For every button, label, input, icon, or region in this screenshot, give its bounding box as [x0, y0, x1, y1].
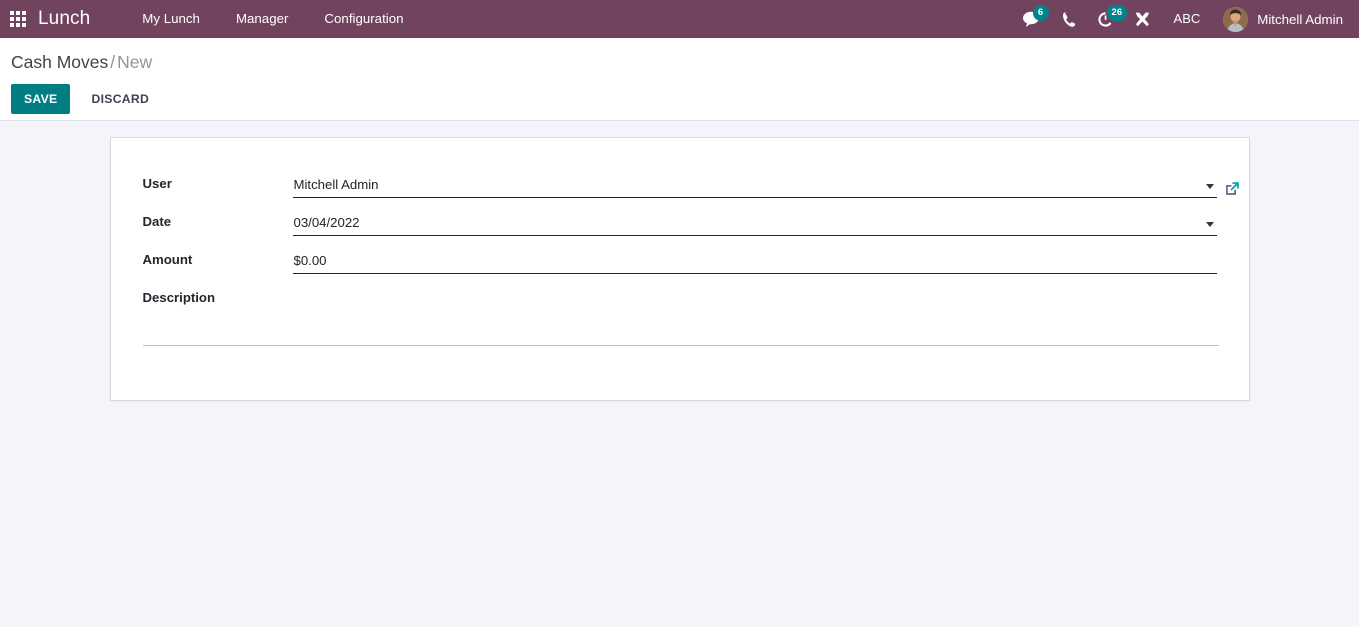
discard-button[interactable]: DISCARD — [78, 84, 162, 114]
breadcrumb-separator: / — [110, 52, 116, 72]
field-control-amount[interactable]: $0.00 — [292, 250, 1217, 275]
menu-item-manager[interactable]: Manager — [218, 0, 306, 38]
external-link-icon — [1226, 182, 1239, 196]
menu-item-configuration[interactable]: Configuration — [306, 0, 421, 38]
field-input-description[interactable] — [142, 332, 1219, 347]
external-link-button[interactable] — [1219, 181, 1247, 196]
save-button[interactable]: SAVE — [11, 84, 71, 115]
apps-menu-button[interactable] — [0, 0, 36, 38]
app-brand-lunch[interactable]: Lunch — [36, 0, 96, 38]
phone-button[interactable] — [1052, 0, 1087, 38]
top-navbar: Lunch My Lunch Manager Configuration 6 2… — [0, 0, 1359, 38]
avatar-image — [1223, 6, 1249, 32]
activities-button[interactable]: 26 — [1087, 0, 1128, 38]
navbar-right-zone: 6 26 ABC Mitchell Admin — [1013, 0, 1349, 38]
breadcrumb-item-new: New — [117, 52, 153, 72]
field-control-date[interactable]: 03/04/2022 — [292, 212, 1217, 237]
menu-item-my-lunch[interactable]: My Lunch — [124, 0, 218, 38]
field-value-date[interactable]: 03/04/2022 — [293, 213, 1202, 233]
description-filler — [143, 346, 1217, 374]
field-label-date: Date — [142, 214, 172, 230]
form-sheet: User Mitchell Admin Date 03/04/2022 Amou… — [109, 137, 1250, 402]
record-action-buttons: SAVE DISCARD — [0, 76, 1359, 115]
chevron-down-icon[interactable] — [1205, 184, 1214, 190]
messages-badge: 6 — [1032, 5, 1049, 21]
main-menu: My Lunch Manager Configuration — [124, 0, 421, 38]
content-area: User Mitchell Admin Date 03/04/2022 Amou… — [0, 121, 1359, 402]
field-row-user: User Mitchell Admin — [142, 170, 1239, 199]
field-control-user[interactable]: Mitchell Admin — [292, 174, 1239, 199]
control-panel: Cash Moves / New SAVE DISCARD — [0, 38, 1359, 122]
field-value-user[interactable]: Mitchell Admin — [293, 175, 1202, 195]
description-block: Description — [142, 288, 1219, 374]
field-spacer-1 — [143, 198, 1217, 208]
calendar-chevron-down-icon[interactable] — [1205, 222, 1214, 228]
breadcrumb-item-cash-moves[interactable]: Cash Moves — [11, 52, 108, 72]
avatar — [1223, 6, 1249, 32]
language-abc-button[interactable]: ABC — [1161, 0, 1214, 38]
field-value-amount[interactable]: $0.00 — [293, 251, 1217, 271]
phone-icon — [1062, 11, 1075, 27]
user-menu-button[interactable]: Mitchell Admin — [1213, 0, 1349, 38]
user-name-label: Mitchell Admin — [1257, 11, 1343, 27]
breadcrumb: Cash Moves / New — [0, 46, 1359, 76]
field-label-description: Description — [142, 290, 216, 306]
field-spacer-2 — [143, 236, 1217, 246]
apps-grid-icon — [10, 11, 26, 27]
field-row-amount: Amount $0.00 — [142, 246, 1217, 275]
field-label-amount: Amount — [142, 252, 193, 268]
messages-button[interactable]: 6 — [1013, 0, 1052, 38]
field-label-user: User — [142, 176, 172, 192]
developer-tools-button[interactable] — [1124, 0, 1161, 38]
developer-tools-icon — [1135, 12, 1149, 26]
field-row-date: Date 03/04/2022 — [142, 208, 1217, 237]
